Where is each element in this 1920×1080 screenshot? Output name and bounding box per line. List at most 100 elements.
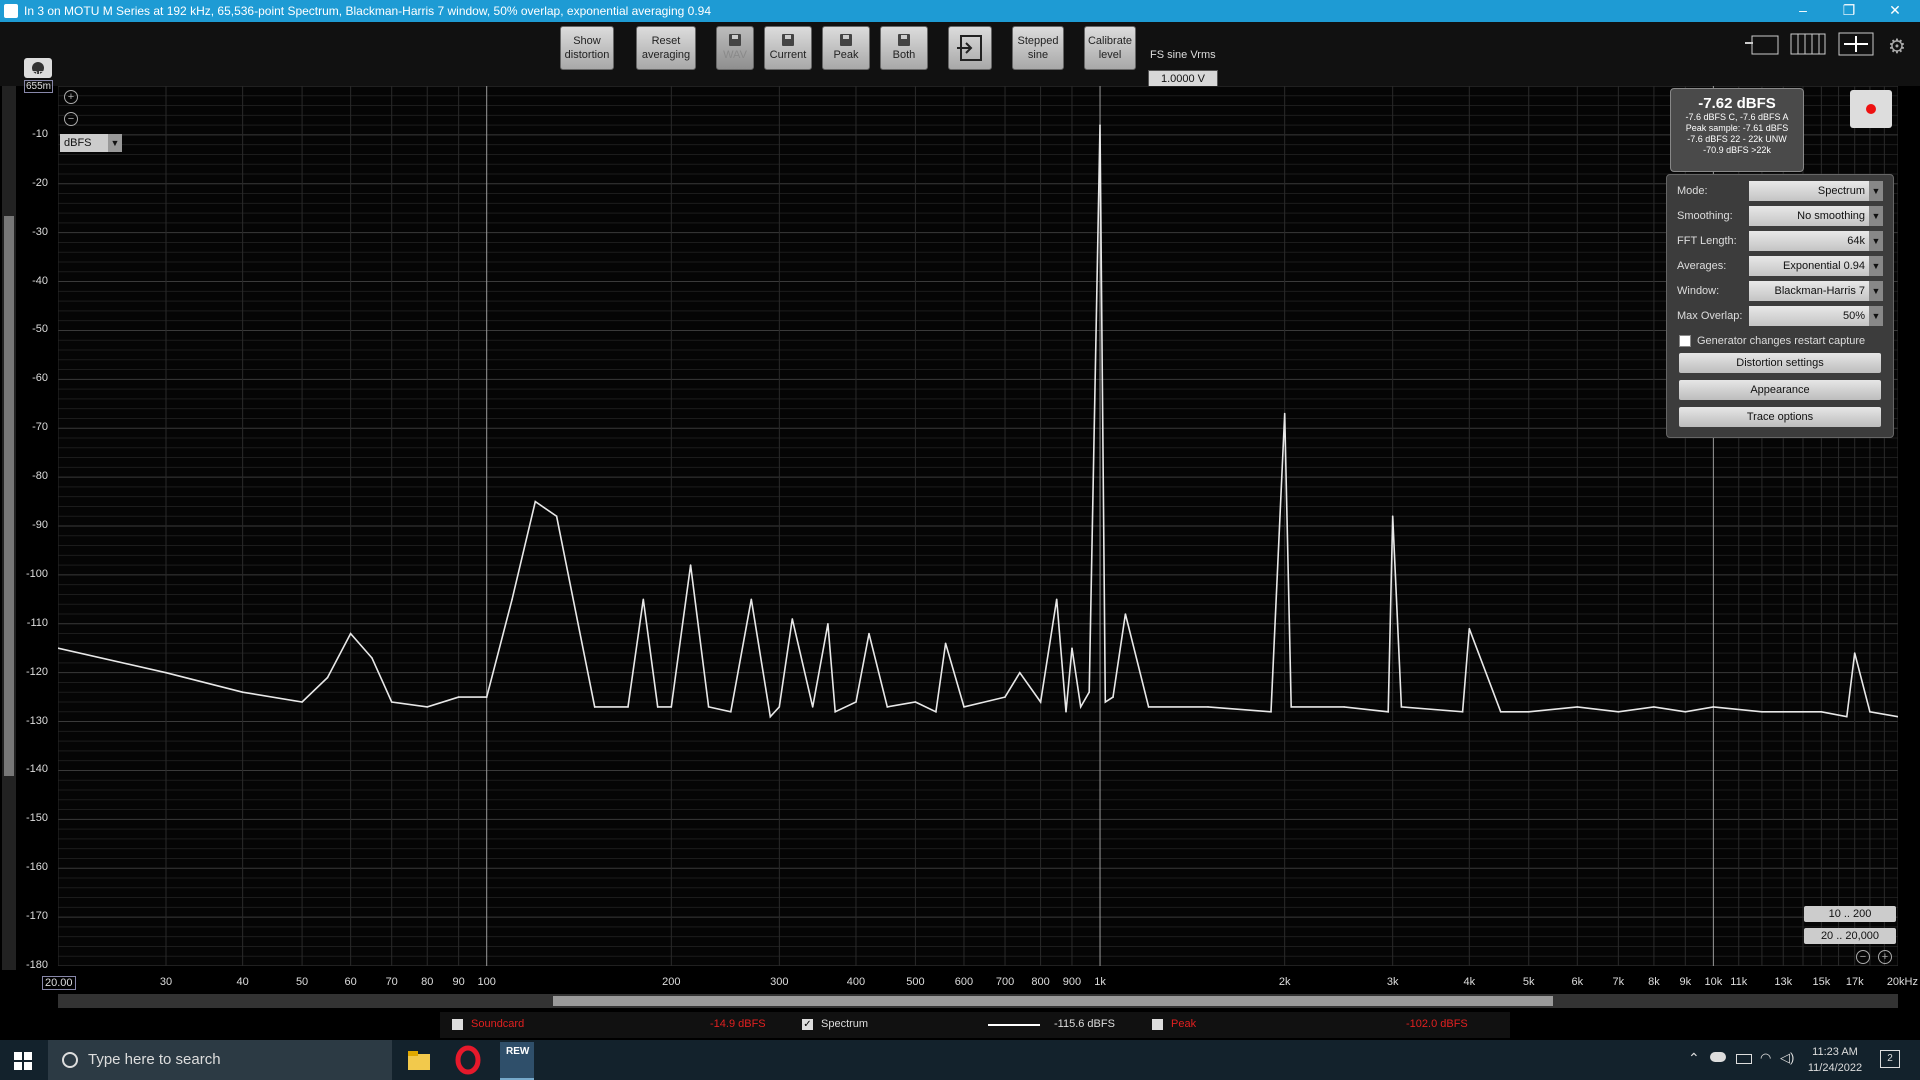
y-tick-label: -60: [32, 372, 48, 385]
peak-level: -102.0 dBFS: [1406, 1018, 1468, 1030]
overlap-select[interactable]: 50% ▼: [1749, 306, 1883, 326]
save-peak-button[interactable]: Peak: [822, 26, 870, 70]
vertical-scroll-thumb[interactable]: [4, 216, 14, 776]
soundcard-checkbox[interactable]: [452, 1018, 463, 1030]
legend-peak[interactable]: Peak: [1152, 1018, 1196, 1030]
zoom-out-icon[interactable]: −: [64, 112, 78, 126]
spectrum-point: [1869, 711, 1871, 713]
spectrum-point: [1576, 706, 1579, 708]
legend-soundcard[interactable]: Soundcard: [452, 1018, 524, 1030]
save-wav-button[interactable]: WAV: [716, 26, 754, 70]
save-current-button[interactable]: Current: [764, 26, 812, 70]
x-tick-label: 50: [295, 976, 309, 988]
spectrum-checkbox[interactable]: ✓: [802, 1018, 813, 1030]
distortion-settings-button[interactable]: Distortion settings: [1679, 353, 1881, 373]
spectrum-point: [944, 642, 947, 645]
capture-input-button[interactable]: [948, 26, 992, 70]
opera-browser-icon[interactable]: [452, 1044, 484, 1076]
unit-dropdown[interactable]: dBFS ▼: [60, 134, 122, 152]
spectrum-point: [534, 500, 537, 503]
save-both-button[interactable]: Both: [880, 26, 928, 70]
spectrum-point: [426, 706, 429, 708]
spectrum-point: [1527, 711, 1530, 713]
show-distortion-button[interactable]: Show distortion: [560, 26, 614, 70]
y-tick-label: -30: [32, 225, 48, 238]
save-icon: [898, 34, 910, 46]
maximize-button[interactable]: ❐: [1826, 0, 1872, 22]
spectrum-point: [1071, 647, 1073, 649]
range-20-20000-button[interactable]: 20 .. 20,000: [1804, 928, 1896, 944]
spectrum-point: [349, 632, 352, 635]
spectrum-point: [1207, 706, 1209, 708]
spectrum-point: [301, 701, 303, 703]
horizontal-scroll-thumb[interactable]: [553, 996, 1553, 1006]
x-tick-label[interactable]: 20.00: [42, 976, 76, 990]
chevron-up-icon[interactable]: ⌃: [1688, 1050, 1700, 1067]
peak-checkbox[interactable]: [1152, 1018, 1163, 1030]
spectrum-point: [778, 706, 781, 708]
trace-legend: Soundcard -14.9 dBFS ✓ Spectrum -115.6 dB…: [440, 1012, 1510, 1038]
spectrum-point: [1004, 696, 1006, 698]
y-tick-label: -80: [32, 470, 48, 483]
battery-icon[interactable]: [1736, 1054, 1752, 1064]
rew-app-icon[interactable]: REW: [500, 1042, 534, 1080]
stepped-sine-button[interactable]: Stepped sine: [1012, 26, 1064, 70]
clock[interactable]: 11:23 AM 11/24/2022: [1800, 1044, 1870, 1076]
volume-icon[interactable]: ◁): [1780, 1050, 1794, 1066]
zoom-out-x-icon[interactable]: −: [1856, 950, 1870, 964]
x-tick-label: 5k: [1522, 976, 1535, 988]
close-button[interactable]: ✕: [1872, 0, 1918, 22]
spectrum-point: [1468, 627, 1471, 630]
columns-icon[interactable]: [1790, 32, 1826, 56]
spectrum-point: [834, 711, 836, 713]
chevron-down-icon: ▼: [1869, 281, 1883, 301]
x-tick-label: 80: [421, 976, 434, 988]
windows-start-icon[interactable]: [14, 1052, 32, 1070]
range-10-200-button[interactable]: 10 .. 200: [1804, 906, 1896, 922]
x-tick-label: 9k: [1679, 976, 1692, 988]
x-tick-label: 70: [385, 976, 398, 988]
file-explorer-icon[interactable]: [402, 1044, 434, 1076]
zoom-in-x-icon[interactable]: +: [1878, 950, 1892, 964]
level-line-2: Peak sample: -7.61 dBFS: [1685, 123, 1789, 133]
overlap-row: Max Overlap: 50% ▼: [1667, 306, 1893, 326]
record-button[interactable]: [1850, 90, 1892, 128]
taskbar-search[interactable]: Type here to search: [48, 1040, 392, 1080]
notification-icon[interactable]: 2: [1880, 1050, 1900, 1068]
y-tick-label: -20: [32, 176, 48, 189]
generator-restart-checkbox[interactable]: Generator changes restart capture: [1679, 335, 1865, 348]
graph-layout-icon[interactable]: [1744, 32, 1780, 56]
zoom-in-icon[interactable]: +: [64, 90, 78, 104]
y-tick-label: -150: [25, 812, 48, 825]
trace-options-button[interactable]: Trace options: [1679, 407, 1881, 427]
spectrum-point: [1712, 706, 1715, 708]
spectrum-graph[interactable]: [58, 86, 1898, 966]
averages-select[interactable]: Exponential 0.94 ▼: [1749, 256, 1883, 276]
window-select[interactable]: Blackman-Harris 7 ▼: [1749, 281, 1883, 301]
horizontal-scrollbar[interactable]: [58, 994, 1898, 1008]
onedrive-icon[interactable]: [1710, 1052, 1726, 1062]
gear-icon[interactable]: ⚙: [1888, 34, 1906, 59]
y-top-value[interactable]: 655m: [24, 80, 54, 93]
fit-expand-icon[interactable]: [1838, 32, 1874, 56]
calibrate-level-button[interactable]: Calibrate level: [1084, 26, 1136, 70]
x-tick-label: 1k: [1094, 976, 1106, 988]
legend-spectrum[interactable]: ✓ Spectrum: [802, 1018, 868, 1030]
window-title: In 3 on MOTU M Series at 192 kHz, 65,536…: [24, 4, 712, 18]
x-tick-label: 500: [906, 976, 925, 988]
chevron-down-icon: ▼: [108, 134, 122, 152]
checkbox-box[interactable]: [1679, 335, 1691, 348]
appearance-button[interactable]: Appearance: [1679, 380, 1881, 400]
spectrum-point: [1019, 671, 1021, 674]
spectrum-point: [1270, 711, 1272, 713]
wifi-icon[interactable]: ◠: [1760, 1050, 1771, 1066]
reset-averaging-button[interactable]: Reset averaging: [636, 26, 696, 70]
mode-select[interactable]: Spectrum ▼: [1749, 181, 1883, 201]
minimize-button[interactable]: –: [1780, 0, 1826, 22]
spectrum-point: [1343, 706, 1345, 708]
smoothing-row: Smoothing: No smoothing ▼: [1667, 206, 1893, 226]
fft-length-select[interactable]: 64k ▼: [1749, 231, 1883, 251]
spectrum-point: [1099, 124, 1101, 126]
spectrum-point: [593, 706, 596, 708]
smoothing-select[interactable]: No smoothing ▼: [1749, 206, 1883, 226]
